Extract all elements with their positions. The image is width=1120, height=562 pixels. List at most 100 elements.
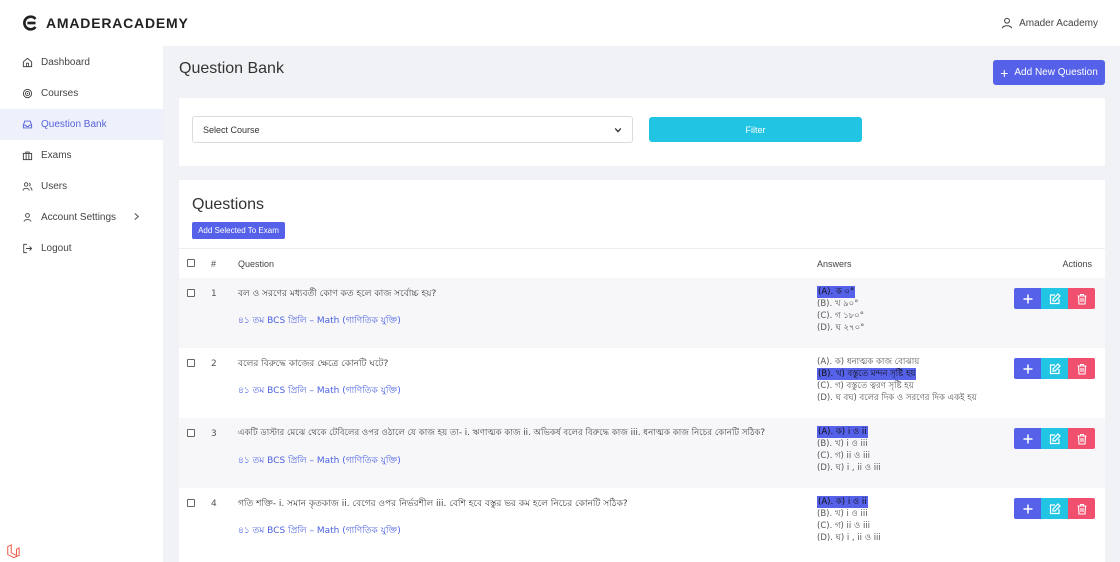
answer-option: (D). ঘ) i , ii ও iii [817,533,881,543]
sidebar-item-label: Courses [41,88,79,99]
course-link[interactable]: ৪১ তম BCS প্রিলি – Math (গাণিতিক যুক্তি) [238,523,401,538]
row-number: 3 [211,429,217,439]
add-new-question-button[interactable]: + Add New Question [993,60,1105,85]
sidebar-item-dashboard[interactable]: Dashboard [0,47,163,78]
answer-option: (C). গ) বস্তুতে ত্বরণ সৃষ্টি হয় [817,381,914,391]
add-to-exam-button[interactable] [1014,288,1041,309]
target-icon [22,88,33,99]
edit-button[interactable] [1041,428,1068,449]
course-select-value: Select Course [203,124,260,135]
course-link[interactable]: ৪১ তম BCS প্রিলি – Math (গাণিতিক যুক্তি) [238,383,401,398]
select-all-checkbox[interactable] [187,259,195,267]
add-to-exam-button[interactable] [1014,358,1041,379]
answer-option-correct: (A). ক ০° [817,286,856,298]
brand-logo[interactable]: AMADERACADEMY [22,14,189,32]
answer-option: (B). খ ৯০° [817,299,859,309]
answer-option: (B). খ) i ও iii [817,509,868,519]
table-row: 2 বলের বিরুদ্ধে কাজের ক্ষেত্রে কোনটি ঘটে… [179,348,1105,418]
delete-button[interactable] [1068,498,1095,519]
row-number: 4 [211,499,217,509]
plus-icon: + [1000,64,1009,81]
sidebar-item-account-settings[interactable]: Account Settings [0,202,163,233]
user-menu[interactable]: Amader Academy [1001,17,1098,29]
col-answers: Answers [817,259,852,269]
answers-list: (A). ক) i ও ii (B). খ) i ও iii (C). গ) i… [817,426,881,474]
sidebar-item-label: Question Bank [41,119,107,130]
add-selected-to-exam-button[interactable]: Add Selected To Exam [192,222,285,239]
answer-option: (D). ঘ ২৭০° [817,323,865,333]
delete-button[interactable] [1068,428,1095,449]
add-new-question-label: Add New Question [1014,67,1098,78]
row-checkbox[interactable] [187,499,195,507]
sidebar-item-label: Exams [41,150,72,161]
laravel-debug-icon[interactable] [6,544,20,558]
sidebar-item-courses[interactable]: Courses [0,78,163,109]
edit-icon [1049,292,1061,304]
sidebar-item-label: Dashboard [41,57,90,68]
answer-option: (D). ঘ বঘ) বলের দিক ও সরণের দিক একই হয় [817,393,977,403]
edit-icon [1049,502,1061,514]
sidebar: Dashboard Courses Question Bank Exams Us… [0,46,163,562]
edit-button[interactable] [1041,358,1068,379]
edit-button[interactable] [1041,498,1068,519]
answers-list: (A). ক) ধনাত্মক কাজ বোঝায় (B). খ) বস্তু… [817,356,977,404]
filter-button[interactable]: Filter [649,117,862,142]
trash-icon [1077,503,1086,515]
questions-card: Questions Add Selected To Exam # Questio… [179,180,1105,562]
answer-option: (C). গ ১৮০° [817,311,865,321]
add-to-exam-button[interactable] [1014,428,1041,449]
row-number: 2 [211,359,217,369]
sidebar-item-logout[interactable]: Logout [0,233,163,264]
question-text: বল ও সরণের মধ্যবর্তী কোণ কত হলে কাজ সর্ব… [238,289,437,299]
add-to-exam-button[interactable] [1014,498,1041,519]
row-actions [1014,498,1095,519]
sidebar-item-label: Account Settings [41,212,117,223]
brand-c-icon [23,15,37,31]
plus-icon [1023,434,1032,443]
answer-option-correct: (A). ক) i ও ii [817,496,868,508]
page-title: Question Bank [179,60,284,77]
question-text: বলের বিরুদ্ধে কাজের ক্ষেত্রে কোনটি ঘটে? [238,359,389,369]
table-row: 4 গতি শক্তি- i. সমান কৃতকাজ ii. বেগের ওপ… [179,488,1105,558]
answer-option: (C). গ) ii ও iii [817,451,871,461]
user-icon [23,213,32,222]
answer-option-correct: (A). ক) i ও ii [817,426,868,438]
delete-button[interactable] [1068,288,1095,309]
logout-icon [23,243,33,254]
inbox-icon [22,120,33,129]
answers-list: (A). ক ০° (B). খ ৯০° (C). গ ১৮০° (D). ঘ … [817,286,864,334]
users-icon [22,182,33,191]
answer-option: (D). ঘ) i , ii ও iii [817,463,881,473]
plus-icon [1023,294,1032,303]
user-icon [1002,17,1013,29]
brand-name: AMADERACADEMY [46,15,189,31]
edit-button[interactable] [1041,288,1068,309]
edit-icon [1049,432,1061,444]
table-header: # Question Answers Actions [179,248,1105,278]
trash-icon [1077,433,1086,445]
main-content: Question Bank + Add New Question Select … [163,46,1120,562]
table-row: 1 বল ও সরণের মধ্যবর্তী কোণ কত হলে কাজ সর… [179,278,1105,348]
briefcase-icon [22,151,33,161]
course-select[interactable]: Select Course [192,116,633,143]
question-text: একটি ডাস্টার মেঝে থেকে টেবিলের ওপর ওঠালে… [238,428,766,438]
delete-button[interactable] [1068,358,1095,379]
course-link[interactable]: ৪১ তম BCS প্রিলি – Math (গাণিতিক যুক্তি) [238,313,401,328]
row-checkbox[interactable] [187,289,195,297]
sidebar-item-exams[interactable]: Exams [0,140,163,171]
row-checkbox[interactable] [187,429,195,437]
home-icon [22,57,33,68]
row-checkbox[interactable] [187,359,195,367]
sidebar-item-users[interactable]: Users [0,171,163,202]
sidebar-item-question-bank[interactable]: Question Bank [0,109,163,140]
edit-icon [1049,362,1061,374]
row-actions [1014,288,1095,309]
col-question: Question [238,259,275,269]
answer-option: (C). গ) ii ও iii [817,521,871,531]
sidebar-item-label: Users [41,181,68,192]
course-link[interactable]: ৪১ তম BCS প্রিলি – Math (গাণিতিক যুক্তি) [238,453,401,468]
plus-icon [1023,504,1032,513]
col-actions: Actions [1062,259,1092,269]
answers-list: (A). ক) i ও ii (B). খ) i ও iii (C). গ) i… [817,496,881,544]
chevron-down-icon [614,127,622,133]
